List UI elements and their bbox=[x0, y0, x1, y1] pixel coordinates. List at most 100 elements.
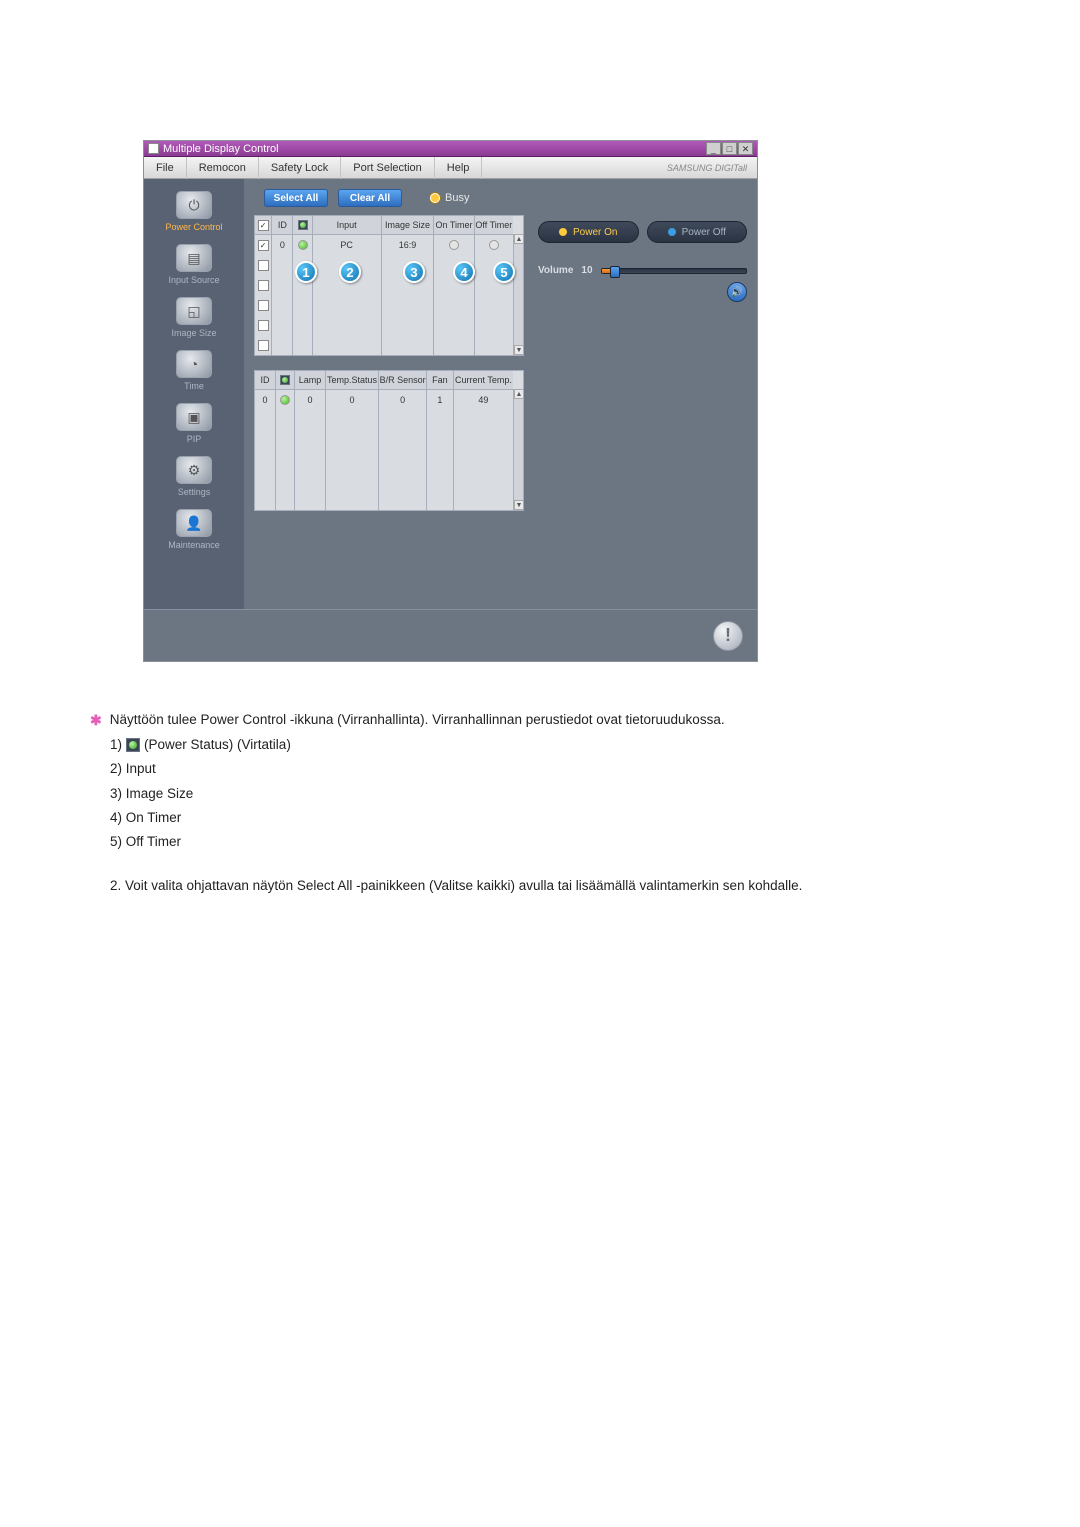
menu-file[interactable]: File bbox=[144, 157, 187, 179]
app-window: Multiple Display Control _ □ ✕ File Remo… bbox=[143, 140, 758, 662]
time-icon: ◔ bbox=[176, 350, 212, 378]
app-icon bbox=[148, 143, 159, 154]
sidebar-item-label: Time bbox=[144, 381, 244, 391]
sidebar-item-label: Power Control bbox=[144, 222, 244, 232]
row-checkbox[interactable] bbox=[258, 260, 269, 271]
col-image-size: Image Size bbox=[382, 216, 435, 234]
power-on-label: Power On bbox=[573, 227, 617, 238]
col-fan: Fan bbox=[427, 371, 454, 389]
speaker-icon[interactable]: 🔊 bbox=[727, 282, 747, 302]
cell-off-timer bbox=[475, 235, 513, 255]
power-status-icon bbox=[126, 738, 140, 752]
volume-label: Volume bbox=[538, 265, 573, 276]
intro-text: Näyttöön tulee Power Control -ikkuna (Vi… bbox=[110, 710, 725, 730]
minimize-button[interactable]: _ bbox=[706, 142, 721, 155]
window-title: Multiple Display Control bbox=[163, 141, 279, 157]
table-row-empty bbox=[255, 430, 513, 450]
image-size-icon: ◱ bbox=[176, 297, 212, 325]
row-checkbox[interactable]: ✓ bbox=[258, 240, 269, 251]
menu-safety-lock[interactable]: Safety Lock bbox=[259, 157, 341, 179]
settings-icon: ⚙ bbox=[176, 456, 212, 484]
document-text: ✱ Näyttöön tulee Power Control -ikkuna (… bbox=[90, 710, 990, 897]
status-on-icon bbox=[280, 395, 290, 405]
cell-fan: 1 bbox=[427, 390, 454, 410]
col-br-sensor: B/R Sensor bbox=[379, 371, 427, 389]
scrollbar[interactable]: ▲ ▼ bbox=[513, 234, 523, 355]
alert-icon[interactable]: ! bbox=[713, 621, 743, 651]
row-checkbox[interactable] bbox=[258, 340, 269, 351]
col-on-timer: On Timer bbox=[434, 216, 474, 234]
cell-image-size: 16:9 bbox=[382, 235, 435, 255]
star-icon: ✱ bbox=[90, 710, 102, 731]
menu-bar: File Remocon Safety Lock Port Selection … bbox=[144, 157, 757, 179]
menu-remocon[interactable]: Remocon bbox=[187, 157, 259, 179]
row-checkbox[interactable] bbox=[258, 320, 269, 331]
timer-off-icon bbox=[449, 240, 459, 250]
menu-help[interactable]: Help bbox=[435, 157, 483, 179]
sidebar-item-label: Maintenance bbox=[144, 540, 244, 550]
cell-temp-status: 0 bbox=[326, 390, 380, 410]
maximize-button[interactable]: □ bbox=[722, 142, 737, 155]
title-bar: Multiple Display Control _ □ ✕ bbox=[144, 141, 757, 157]
main-area: Select All Clear All Busy ✓ ID bbox=[244, 179, 757, 609]
volume-slider[interactable] bbox=[601, 268, 747, 274]
col-status bbox=[276, 371, 295, 389]
sidebar-item-maintenance[interactable]: 👤 Maintenance bbox=[144, 505, 244, 558]
table-row-empty bbox=[255, 295, 513, 315]
callout-2: 2 bbox=[339, 261, 361, 283]
col-input: Input bbox=[313, 216, 382, 234]
sidebar-item-label: Input Source bbox=[144, 275, 244, 285]
close-button[interactable]: ✕ bbox=[738, 142, 753, 155]
volume-thumb[interactable] bbox=[610, 266, 620, 278]
sidebar-item-image-size[interactable]: ◱ Image Size bbox=[144, 293, 244, 346]
row-checkbox[interactable] bbox=[258, 300, 269, 311]
callout-4: 4 bbox=[453, 261, 475, 283]
scroll-up-icon[interactable]: ▲ bbox=[514, 389, 524, 399]
input-source-icon: ▤ bbox=[176, 244, 212, 272]
cell-id: 0 bbox=[255, 390, 276, 410]
clear-all-button[interactable]: Clear All bbox=[338, 189, 402, 207]
sidebar-item-settings[interactable]: ⚙ Settings bbox=[144, 452, 244, 505]
sidebar-item-pip[interactable]: ▣ PIP bbox=[144, 399, 244, 452]
table-row-empty bbox=[255, 410, 513, 430]
power-control-icon: ⏻ bbox=[176, 191, 212, 219]
busy-indicator: Busy bbox=[430, 192, 469, 204]
busy-label: Busy bbox=[445, 192, 469, 204]
scroll-down-icon[interactable]: ▼ bbox=[514, 345, 524, 355]
table-row-empty bbox=[255, 315, 513, 335]
cell-lamp: 0 bbox=[295, 390, 326, 410]
table-row-empty bbox=[255, 490, 513, 510]
table-row[interactable]: 0 0 0 0 1 49 bbox=[255, 390, 513, 410]
sidebar-item-label: Settings bbox=[144, 487, 244, 497]
sidebar-item-time[interactable]: ◔ Time bbox=[144, 346, 244, 399]
power-on-button[interactable]: Power On bbox=[538, 221, 639, 243]
callout-3: 3 bbox=[403, 261, 425, 283]
cell-status bbox=[276, 390, 295, 410]
power-off-button[interactable]: Power Off bbox=[647, 221, 748, 243]
col-off-timer: Off Timer bbox=[475, 216, 513, 234]
sidebar-item-power-control[interactable]: ⏻ Power Control bbox=[144, 187, 244, 240]
display-grid: ✓ ID Input Image Size On Timer Off Timer… bbox=[254, 215, 524, 356]
col-id: ID bbox=[272, 216, 293, 234]
list-item: 4) On Timer bbox=[110, 808, 990, 828]
row-checkbox[interactable] bbox=[258, 280, 269, 291]
col-status bbox=[293, 216, 312, 234]
select-all-button[interactable]: Select All bbox=[264, 189, 328, 207]
cell-input: PC bbox=[313, 235, 382, 255]
sidebar-item-input-source[interactable]: ▤ Input Source bbox=[144, 240, 244, 293]
scroll-up-icon[interactable]: ▲ bbox=[514, 234, 524, 244]
list-item: 2) Input bbox=[110, 759, 990, 779]
col-lamp: Lamp bbox=[295, 371, 326, 389]
footer: ! bbox=[144, 609, 757, 661]
scroll-down-icon[interactable]: ▼ bbox=[514, 500, 524, 510]
header-checkbox[interactable]: ✓ bbox=[258, 220, 269, 231]
paragraph-2: 2. Voit valita ohjattavan näytön Select … bbox=[110, 876, 990, 896]
table-row[interactable]: ✓ 0 PC 16:9 bbox=[255, 235, 513, 255]
table-row-empty bbox=[255, 470, 513, 490]
menu-port-selection[interactable]: Port Selection bbox=[341, 157, 434, 179]
list-item: 5) Off Timer bbox=[110, 832, 990, 852]
col-temp-status: Temp.Status bbox=[326, 371, 380, 389]
scrollbar[interactable]: ▲ ▼ bbox=[513, 389, 523, 510]
cell-current-temp: 49 bbox=[454, 390, 513, 410]
sidebar: ⏻ Power Control ▤ Input Source ◱ Image S… bbox=[144, 179, 244, 609]
